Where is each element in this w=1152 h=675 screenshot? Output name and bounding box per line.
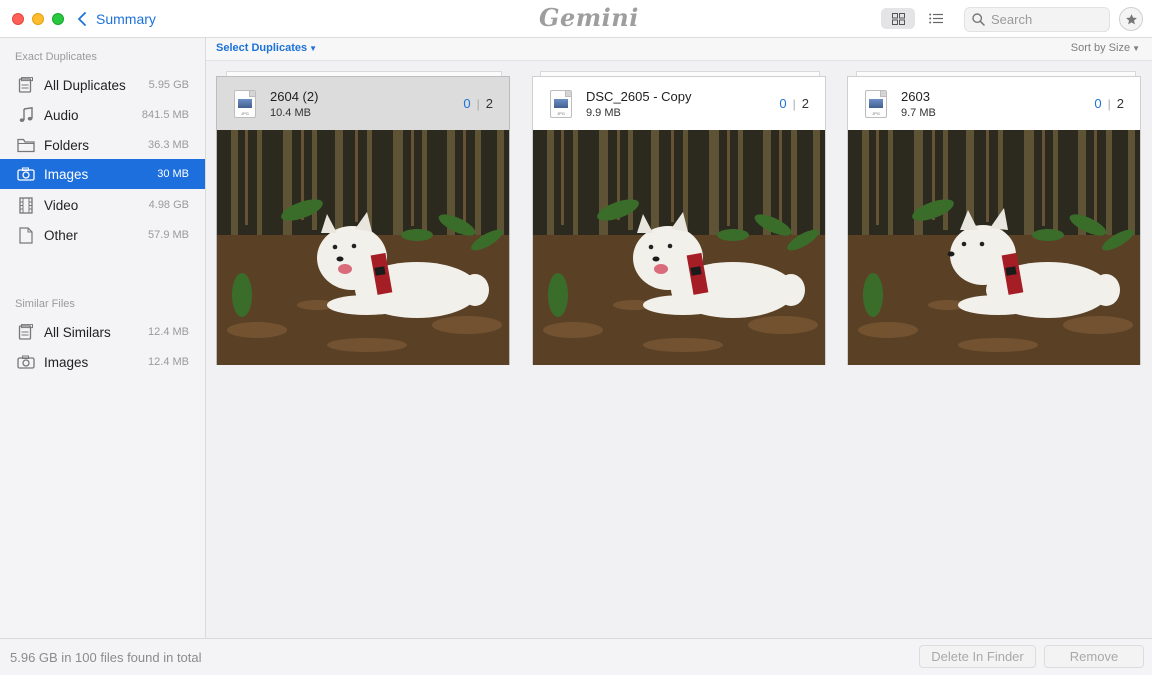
status-bar: 5.96 GB in 100 files found in total Dele… [0,638,1152,675]
sidebar-item-audio[interactable]: Audio 841.5 MB [0,100,205,130]
minimize-window-button[interactable] [32,13,44,25]
sidebar-item-label: All Duplicates [44,77,126,93]
delete-in-finder-button[interactable]: Delete In Finder [919,645,1036,668]
counter-divider: | [1107,96,1111,111]
document-icon [16,225,36,245]
image-preview [533,130,825,365]
counter-divider: | [792,96,796,111]
sidebar-item-size: 4.98 GB [148,199,189,211]
sidebar-item-label: Images [44,166,89,182]
selection-counter: 0 | 2 [779,96,809,111]
duplicates-icon [16,322,36,342]
sidebar-item-size: 12.4 MB [148,356,189,368]
results-toolbar: Select Duplicates ▼ Sort by Size ▼ [206,38,1152,61]
sidebar-item-all-similars[interactable]: All Similars 12.4 MB [0,317,205,347]
close-window-button[interactable] [12,13,24,25]
sidebar: Exact Duplicates All Duplicates 5.95 GB … [0,38,206,638]
duplicate-group-card[interactable]: JPG 2604 (2) 10.4 MB 0 | 2 [216,76,510,365]
sort-by-label: Sort by Size [1070,42,1131,54]
film-icon [16,195,36,215]
sidebar-item-size: 36.3 MB [148,139,189,151]
card-header: JPG 2603 9.7 MB 0 | 2 [848,77,1140,130]
sidebar-item-images[interactable]: Images 30 MB [0,159,205,189]
duplicate-group-card[interactable]: JPG DSC_2605 - Copy 9.9 MB 0 | 2 [532,76,826,365]
search-icon [972,13,985,26]
folder-icon [16,135,36,155]
camera-icon [16,164,36,184]
selection-counter: 0 | 2 [1094,96,1124,111]
sidebar-item-size: 5.95 GB [148,79,189,91]
grid-view-button[interactable] [881,8,915,29]
image-preview [848,130,1140,365]
total-count: 2 [1116,96,1124,111]
file-size: 10.4 MB [270,107,311,119]
card-header: JPG DSC_2605 - Copy 9.9 MB 0 | 2 [533,77,825,130]
file-size: 9.9 MB [586,107,621,119]
selected-count: 0 [463,96,471,111]
selected-count: 0 [779,96,787,111]
music-note-icon [16,105,36,125]
total-count: 2 [485,96,493,111]
sidebar-item-size: 841.5 MB [141,109,189,121]
camera-icon [16,352,36,372]
zoom-window-button[interactable] [52,13,64,25]
results-summary: 5.96 GB in 100 files found in total [10,650,202,665]
back-to-summary-button[interactable]: Summary [78,9,156,29]
search-input[interactable] [991,12,1101,27]
section-title-similar-files: Similar Files [15,298,75,310]
sidebar-item-label: Audio [44,107,79,123]
image-file-icon: JPG [234,90,256,118]
file-size: 9.7 MB [901,107,936,119]
sidebar-item-label: Video [44,197,79,213]
card-header: JPG 2604 (2) 10.4 MB 0 | 2 [217,77,509,130]
duplicates-icon [16,75,36,95]
app-logo: Gemini [539,3,639,32]
total-count: 2 [801,96,809,111]
favorites-button[interactable] [1119,7,1143,31]
sidebar-item-label: Other [44,227,78,243]
caret-down-icon: ▼ [309,44,318,53]
title-bar: Summary Gemini [0,0,1152,38]
sidebar-item-size: 57.9 MB [148,229,189,241]
select-duplicates-label: Select Duplicates [216,42,308,54]
caret-down-icon: ▼ [1132,44,1140,53]
sidebar-item-label: Folders [44,137,90,153]
sidebar-item-other[interactable]: Other 57.9 MB [0,220,205,250]
section-title-exact-duplicates: Exact Duplicates [15,51,97,63]
file-name: 2603 [901,89,930,104]
sidebar-item-size: 30 MB [157,168,189,180]
sidebar-item-folders[interactable]: Folders 36.3 MB [0,130,205,160]
star-icon [1125,13,1137,24]
search-field[interactable] [964,7,1110,32]
list-icon [929,13,943,24]
image-file-icon: JPG [550,90,572,118]
chevron-left-icon [78,12,86,26]
sidebar-item-similar-images[interactable]: Images 12.4 MB [0,347,205,377]
image-preview [217,130,509,365]
sidebar-item-size: 12.4 MB [148,326,189,338]
sidebar-item-label: All Similars [44,324,111,340]
sidebar-item-label: Images [44,354,89,370]
selection-counter: 0 | 2 [463,96,493,111]
duplicate-group-card[interactable]: JPG 2603 9.7 MB 0 | 2 [847,76,1141,365]
image-file-icon: JPG [865,90,887,118]
file-name: 2604 (2) [270,89,319,104]
counter-divider: | [476,96,480,111]
list-view-button[interactable] [924,8,948,29]
grid-icon [891,12,905,25]
select-duplicates-menu[interactable]: Select Duplicates ▼ [216,42,317,54]
selected-count: 0 [1094,96,1102,111]
file-name: DSC_2605 - Copy [586,89,692,104]
sidebar-item-all-duplicates[interactable]: All Duplicates 5.95 GB [0,70,205,100]
sidebar-item-video[interactable]: Video 4.98 GB [0,190,205,220]
results-area: Select Duplicates ▼ Sort by Size ▼ JPG 260… [206,38,1152,638]
remove-button[interactable]: Remove [1044,645,1144,668]
back-label: Summary [96,11,156,27]
sort-by-menu[interactable]: Sort by Size ▼ [1071,42,1140,54]
